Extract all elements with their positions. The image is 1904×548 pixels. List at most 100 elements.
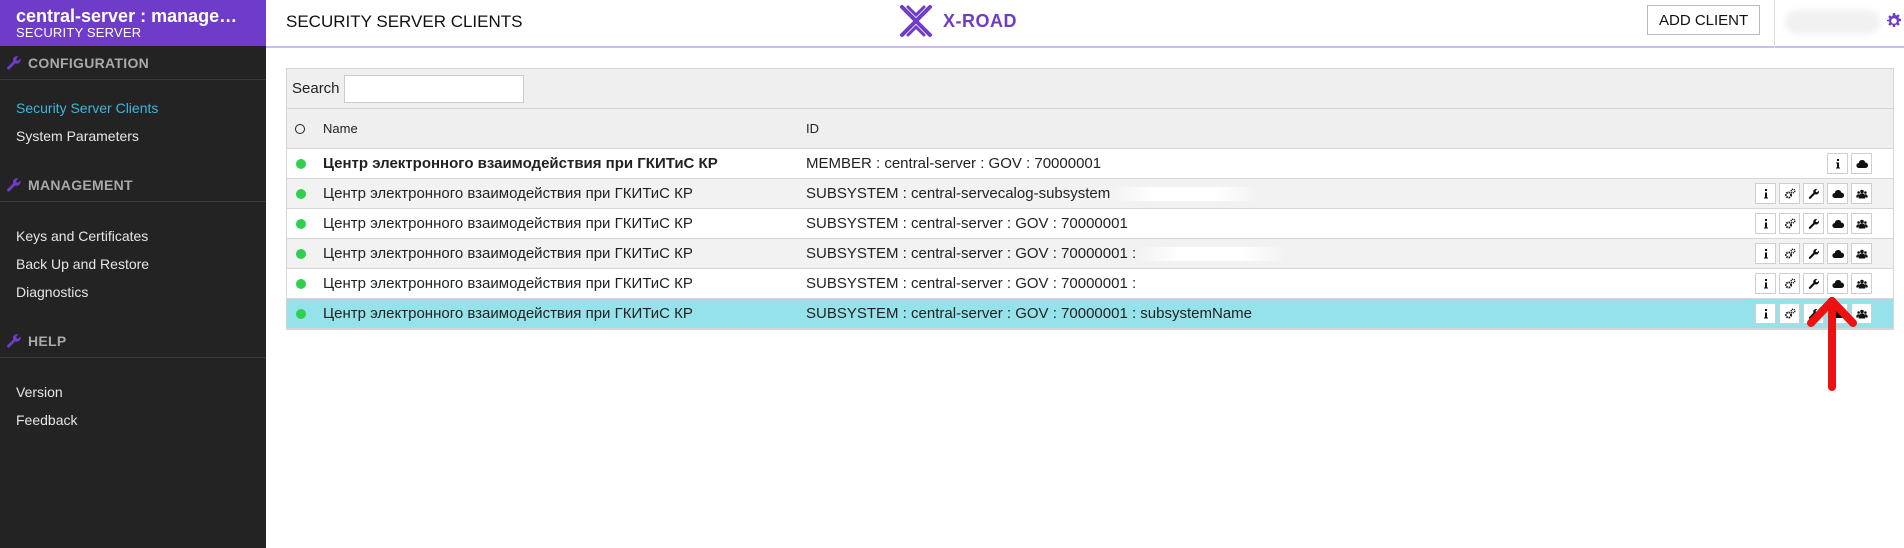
client-id: SUBSYSTEM : central-server : GOV : 70000…	[806, 275, 1893, 292]
wrench-button[interactable]	[1803, 273, 1824, 294]
cloud-icon	[1831, 279, 1844, 288]
table-header: Name ID	[287, 109, 1893, 149]
cogs-button[interactable]	[1779, 183, 1800, 204]
search-label: Search	[292, 80, 340, 97]
members-button[interactable]	[1851, 273, 1872, 294]
sidebar-item-diagnostics[interactable]: Diagnostics	[0, 278, 266, 306]
status-dot	[296, 248, 306, 259]
wrench-icon	[7, 55, 21, 70]
x-road-logo-icon	[900, 5, 932, 37]
users-icon	[1855, 309, 1868, 318]
annotation-arrow-icon	[1807, 297, 1857, 391]
client-id-text: SUBSYSTEM : central-server : GOV : 70000…	[806, 215, 1128, 232]
client-id: SUBSYSTEM : central-server : GOV : 70000…	[806, 245, 1893, 262]
id-column-header[interactable]: ID	[806, 121, 1893, 136]
members-button[interactable]	[1851, 243, 1872, 264]
row-actions	[1755, 183, 1872, 204]
users-icon	[1855, 279, 1868, 288]
client-id-text: SUBSYSTEM : central-server : GOV : 70000…	[806, 275, 1137, 292]
search-input[interactable]	[343, 74, 524, 103]
client-name: Центр электронного взаимодействия при ГК…	[323, 215, 693, 232]
redacted-text	[1127, 217, 1278, 232]
top-header: SECURITY SERVER CLIENTS X-ROAD ADD CLIEN…	[266, 0, 1904, 48]
client-id: SUBSYSTEM : central-server : GOV : 70000…	[806, 305, 1253, 322]
services-button[interactable]	[1851, 153, 1872, 174]
search-bar: Search	[287, 69, 1893, 109]
users-icon	[1855, 249, 1868, 258]
members-button[interactable]	[1851, 213, 1872, 234]
add-client-button[interactable]: ADD CLIENT	[1647, 5, 1761, 35]
cogs-button[interactable]	[1779, 273, 1800, 294]
info-button[interactable]	[1755, 273, 1776, 294]
status-dot	[296, 308, 306, 319]
cogs-button[interactable]	[1779, 243, 1800, 264]
client-id: SUBSYSTEM : central-server : GOV : 70000…	[806, 215, 1893, 232]
sidebar-item-version[interactable]: Version	[0, 378, 266, 406]
status-dot	[296, 278, 306, 289]
sidebar-item-feedback[interactable]: Feedback	[0, 406, 266, 434]
wrench-button[interactable]	[1803, 183, 1824, 204]
user-menu[interactable]	[1774, 0, 1904, 48]
services-button[interactable]	[1827, 183, 1848, 204]
cogs-icon	[1784, 218, 1795, 228]
wrench-icon	[1808, 248, 1819, 259]
table-row[interactable]: Центр электронного взаимодействия при ГК…	[287, 239, 1893, 269]
client-id: MEMBER : central-server : GOV : 70000001	[806, 155, 1102, 172]
info-icon	[1763, 248, 1768, 258]
sidebar-item-back-up-and-restore[interactable]: Back Up and Restore	[0, 250, 266, 278]
table-row[interactable]: Центр электронного взаимодействия при ГК…	[287, 269, 1893, 299]
members-button[interactable]	[1851, 183, 1872, 204]
client-id: SUBSYSTEM : central-servecalog-subsystem	[806, 185, 1893, 202]
info-button[interactable]	[1755, 213, 1776, 234]
services-button[interactable]	[1827, 213, 1848, 234]
table-row[interactable]: Центр электронного взаимодействия при ГК…	[287, 179, 1893, 209]
row-actions	[1755, 273, 1872, 294]
client-id-text: SUBSYSTEM : central-server : GOV : 70000…	[806, 245, 1137, 262]
redacted-text	[1110, 187, 1261, 202]
client-name: Центр электронного взаимодействия при ГК…	[323, 155, 718, 172]
gear-icon[interactable]	[1886, 13, 1902, 29]
x-road-logo: X-ROAD	[897, 2, 1017, 40]
info-button[interactable]	[1755, 183, 1776, 204]
cogs-button[interactable]	[1779, 303, 1800, 324]
status-circle-icon	[295, 123, 305, 134]
redacted-text	[1136, 247, 1287, 262]
info-button[interactable]	[1827, 153, 1848, 174]
redacted-text	[1136, 277, 1287, 292]
info-icon	[1763, 308, 1768, 318]
section-configuration: CONFIGURATION	[0, 46, 266, 80]
logo-text: X-ROAD	[943, 10, 1017, 31]
wrench-button[interactable]	[1803, 213, 1824, 234]
table-row[interactable]: Центр электронного взаимодействия при ГК…	[287, 149, 1893, 179]
sidebar: central-server : management... SECURITY …	[0, 0, 266, 548]
cloud-icon	[1831, 249, 1844, 258]
info-button[interactable]	[1755, 303, 1776, 324]
status-column-header[interactable]	[287, 123, 323, 134]
sidebar-item-keys-and-certificates[interactable]: Keys and Certificates	[0, 222, 266, 250]
sidebar-item-security-server-clients[interactable]: Security Server Clients	[0, 94, 266, 122]
wrench-icon	[1808, 278, 1819, 289]
info-button[interactable]	[1755, 243, 1776, 264]
wrench-button[interactable]	[1803, 243, 1824, 264]
cogs-icon	[1784, 188, 1795, 198]
status-dot	[296, 218, 306, 229]
name-column-header[interactable]: Name	[323, 121, 806, 136]
table-row-selected[interactable]: Центр электронного взаимодействия при ГК…	[287, 299, 1893, 329]
info-icon	[1763, 218, 1768, 228]
info-icon	[1835, 158, 1840, 168]
cogs-button[interactable]	[1779, 213, 1800, 234]
row-actions	[1827, 153, 1872, 174]
services-button[interactable]	[1827, 243, 1848, 264]
client-name: Центр электронного взаимодействия при ГК…	[323, 275, 693, 292]
table-row[interactable]: Центр электронного взаимодействия при ГК…	[287, 209, 1893, 239]
status-dot	[296, 158, 306, 169]
section-management: MANAGEMENT	[0, 168, 266, 202]
wrench-icon	[1808, 218, 1819, 229]
cloud-icon	[1855, 159, 1868, 168]
client-id-text: SUBSYSTEM : central-servecalog-subsystem	[806, 185, 1111, 202]
services-button[interactable]	[1827, 273, 1848, 294]
wrench-icon	[7, 333, 21, 348]
users-icon	[1855, 189, 1868, 198]
sidebar-item-system-parameters[interactable]: System Parameters	[0, 122, 266, 150]
wrench-icon	[1808, 188, 1819, 199]
